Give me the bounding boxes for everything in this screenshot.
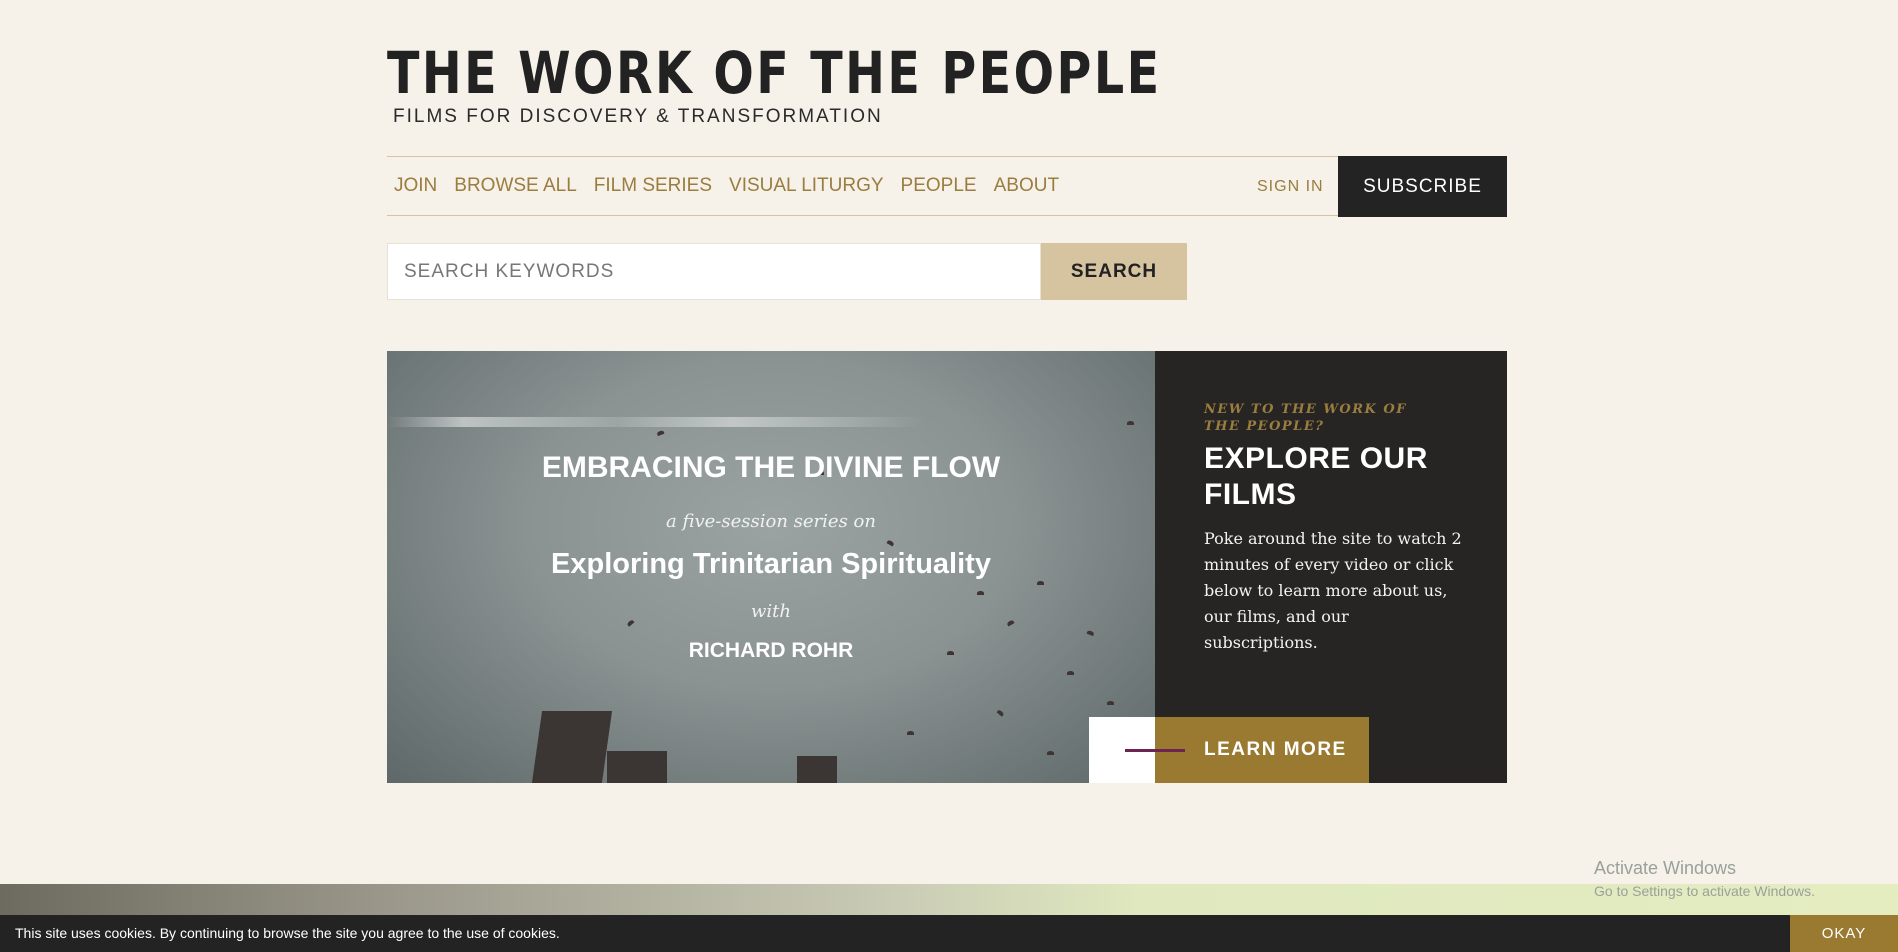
cookie-message: This site uses cookies. By continuing to…: [15, 925, 560, 941]
nav-item-people[interactable]: PEOPLE: [901, 175, 977, 197]
bird-silhouette: [1047, 751, 1054, 755]
bird-silhouette: [1067, 671, 1074, 675]
bird-silhouette: [1086, 629, 1095, 637]
sign-in-link[interactable]: SIGN IN: [1257, 178, 1324, 196]
nav-item-about[interactable]: ABOUT: [994, 175, 1059, 197]
explore-description: Poke around the site to watch 2 minutes …: [1204, 529, 1462, 652]
explore-title: EXPLORE OUR FILMS: [1204, 442, 1428, 511]
bird-silhouette: [996, 709, 1005, 717]
learn-more-button[interactable]: LEARN MORE: [1155, 717, 1369, 783]
nav-item-film-series[interactable]: FILM SERIES: [594, 175, 712, 197]
ruins-silhouette: [607, 751, 667, 783]
hero-banner[interactable]: EMBRACING THE DIVINE FLOW a five-session…: [387, 351, 1155, 783]
bird-silhouette: [1107, 701, 1114, 705]
nav-item-browse-all[interactable]: BROWSE ALL: [454, 175, 577, 197]
bird-silhouette: [886, 539, 895, 547]
hero-with: with: [751, 601, 791, 622]
watermark-subtitle: Go to Settings to activate Windows.: [1594, 883, 1815, 899]
hero-title: EMBRACING THE DIVINE FLOW: [541, 451, 1001, 484]
watermark-title: Activate Windows: [1594, 858, 1737, 878]
bird-silhouette: [907, 731, 914, 735]
hero-series-name: Exploring Trinitarian Spirituality: [551, 548, 991, 580]
learn-more-accent-line: [1125, 749, 1185, 752]
bird-silhouette: [1127, 421, 1134, 425]
ruins-silhouette: [797, 756, 837, 783]
bird-silhouette: [1037, 581, 1044, 585]
activate-windows-watermark: Activate Windows Go to Settings to activ…: [1594, 858, 1815, 899]
logo-tagline: FILMS FOR DISCOVERY & TRANSFORMATION: [393, 106, 883, 127]
main-nav: JOIN BROWSE ALL FILM SERIES VISUAL LITUR…: [387, 156, 1507, 217]
search-bar: SEARCH: [387, 243, 1187, 300]
hero-presenter: RICHARD ROHR: [688, 639, 854, 662]
logo-title: THE WORK OF THE PEOPLE: [387, 39, 1162, 107]
nav-links: JOIN BROWSE ALL FILM SERIES VISUAL LITUR…: [394, 175, 1059, 197]
nav-item-join[interactable]: JOIN: [394, 175, 437, 197]
lens-flare: [387, 417, 1155, 427]
explore-kicker: NEW TO THE WORK OF THE PEOPLE?: [1204, 402, 1407, 434]
nav-item-visual-liturgy[interactable]: VISUAL LITURGY: [729, 175, 884, 197]
site-logo[interactable]: THE WORK OF THE PEOPLE FILMS FOR DISCOVE…: [387, 44, 1332, 128]
cookie-banner: This site uses cookies. By continuing to…: [0, 915, 1898, 952]
subscribe-button[interactable]: SUBSCRIBE: [1338, 156, 1507, 217]
search-button[interactable]: SEARCH: [1041, 243, 1187, 300]
ruins-silhouette: [531, 711, 613, 783]
cookie-okay-button[interactable]: OKAY: [1790, 915, 1898, 952]
bird-silhouette: [656, 429, 665, 437]
bird-silhouette: [977, 591, 984, 595]
hero-subtitle: a five-session series on: [666, 511, 876, 532]
search-input[interactable]: [387, 243, 1041, 300]
